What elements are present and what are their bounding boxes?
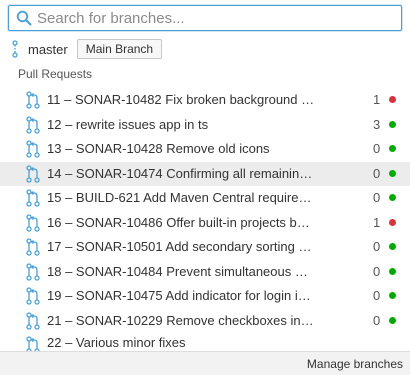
search-icon — [16, 10, 32, 26]
pull-request-issue-count: 0 — [373, 263, 381, 279]
status-dot-passed — [389, 316, 396, 324]
pull-request-title: 18 – SONAR-10484 Prevent simultaneous WS… — [47, 263, 317, 279]
pull-request-item[interactable]: 21 – SONAR-10229 Remove checkboxes in Is… — [0, 309, 410, 334]
pull-requests-heading: Pull Requests — [18, 67, 93, 81]
branch-name: master — [28, 41, 68, 57]
pull-request-item[interactable]: 12 – rewrite issues app in ts 3 — [0, 113, 410, 138]
status-dot-failed — [389, 218, 396, 226]
pull-request-list: 11 – SONAR-10482 Fix broken background o… — [0, 88, 410, 358]
pull-request-icon — [26, 140, 40, 158]
pull-request-item[interactable]: 17 – SONAR-10501 Add secondary sorting b… — [0, 235, 410, 260]
pull-request-issue-count: 0 — [373, 312, 381, 328]
current-branch-row[interactable]: master Main Branch — [10, 38, 163, 60]
status-dot-passed — [389, 145, 396, 152]
pull-request-icon — [26, 262, 40, 281]
status-dot-passed — [389, 120, 396, 128]
pull-request-issue-count: 0 — [373, 165, 381, 181]
pull-request-icon — [26, 213, 40, 232]
pull-request-icon — [26, 164, 40, 183]
pull-request-issue-count: 0 — [373, 190, 381, 205]
pull-request-item[interactable]: 18 – SONAR-10484 Prevent simultaneous WS… — [0, 260, 410, 285]
pull-request-title: 12 – rewrite issues app in ts — [47, 116, 209, 132]
search-box[interactable] — [8, 5, 402, 31]
pull-request-item[interactable]: 11 – SONAR-10482 Fix broken background o… — [0, 88, 410, 113]
pull-request-icon — [26, 189, 40, 207]
pull-request-title: 13 – SONAR-10428 Remove old icons — [47, 141, 270, 156]
pull-request-issue-count: 3 — [373, 116, 381, 132]
status-dot-passed — [389, 267, 396, 275]
pull-request-title: 14 – SONAR-10474 Confirming all remainin… — [47, 165, 317, 181]
branches-dropdown: master Main Branch Pull Requests 11 – SO… — [0, 0, 410, 375]
pull-request-item[interactable]: 16 – SONAR-10486 Offer built-in projects… — [0, 211, 410, 236]
pull-request-issue-count: 0 — [373, 141, 381, 156]
main-branch-badge: Main Branch — [76, 39, 163, 59]
status-dot-failed — [389, 96, 396, 103]
branch-icon — [12, 40, 18, 58]
manage-branches-link[interactable]: Manage branches — [307, 357, 403, 371]
pull-request-title: 21 – SONAR-10229 Remove checkboxes in Is… — [47, 312, 317, 328]
pull-request-item[interactable]: 15 – BUILD-621 Add Maven Central require… — [0, 186, 410, 211]
pull-request-item[interactable]: 13 – SONAR-10428 Remove old icons 0 — [0, 137, 410, 162]
pull-request-issue-count: 0 — [373, 239, 381, 254]
dropdown-footer: Manage branches — [0, 351, 410, 375]
status-dot-passed — [389, 292, 396, 299]
pull-request-title: 15 – BUILD-621 Add Maven Central require… — [47, 190, 317, 205]
pull-request-icon — [26, 115, 40, 134]
pull-request-title: 19 – SONAR-10475 Add indicator for login… — [47, 288, 317, 303]
search-input[interactable] — [8, 5, 402, 31]
status-dot-passed — [389, 243, 396, 250]
status-dot-passed — [389, 194, 396, 201]
pull-request-icon — [26, 287, 40, 305]
pull-request-item[interactable]: 19 – SONAR-10475 Add indicator for login… — [0, 284, 410, 309]
pull-request-icon — [26, 238, 40, 256]
status-dot-passed — [389, 169, 396, 177]
pull-request-title: 17 – SONAR-10501 Add secondary sorting b… — [47, 239, 317, 254]
pull-request-icon — [26, 311, 40, 330]
pull-request-issue-count: 1 — [373, 92, 381, 107]
pull-request-title: 16 – SONAR-10486 Offer built-in projects… — [47, 214, 317, 230]
pull-request-title: 22 – Various minor fixes — [47, 335, 186, 350]
pull-request-title: 11 – SONAR-10482 Fix broken background o… — [47, 92, 317, 107]
pull-request-icon — [26, 91, 40, 109]
pull-request-item[interactable]: 14 – SONAR-10474 Confirming all remainin… — [0, 161, 410, 186]
pull-request-issue-count: 1 — [373, 214, 381, 230]
pull-request-issue-count: 0 — [373, 288, 381, 303]
